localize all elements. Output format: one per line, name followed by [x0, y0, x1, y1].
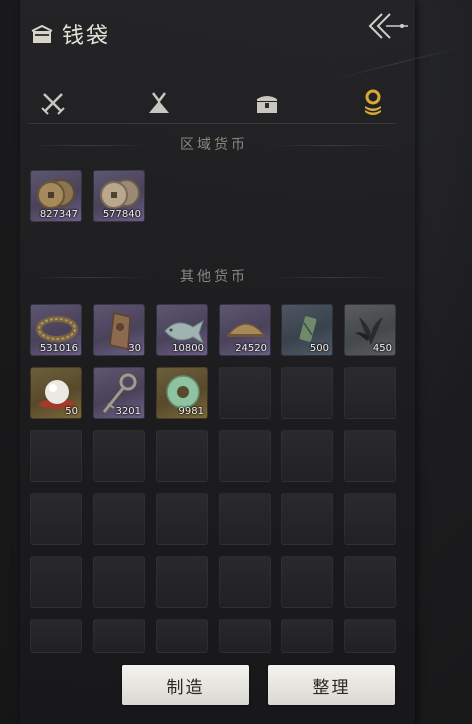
currency-item[interactable]: 50: [30, 367, 82, 419]
item-count: 531016: [39, 343, 78, 354]
treasure-chest-icon: [257, 96, 277, 113]
currency-item[interactable]: 30: [93, 304, 145, 356]
empty-slot[interactable]: [30, 430, 82, 482]
currency-item[interactable]: 3201: [93, 367, 145, 419]
item-count: 30: [128, 343, 141, 354]
currency-item[interactable]: 10800: [156, 304, 208, 356]
currency-item[interactable]: 500: [281, 304, 333, 356]
section-divider: [268, 277, 396, 278]
section-title-other: 其他货币: [180, 269, 248, 285]
item-count: 577840: [102, 209, 141, 220]
currency-item[interactable]: 9981: [156, 367, 208, 419]
empty-slot[interactable]: [93, 619, 145, 653]
tab-divider: [28, 123, 396, 124]
section-divider: [30, 277, 150, 278]
section-divider: [30, 145, 150, 146]
item-count: 9981: [178, 406, 204, 417]
empty-slot[interactable]: [281, 619, 333, 653]
empty-slot[interactable]: [156, 619, 208, 653]
empty-slot[interactable]: [156, 556, 208, 608]
cloth-bundle-icon: [149, 92, 169, 113]
empty-slot[interactable]: [281, 367, 333, 419]
currency-item[interactable]: 531016: [30, 304, 82, 356]
empty-slot[interactable]: [93, 556, 145, 608]
empty-slot[interactable]: [219, 556, 271, 608]
crossed-swords-icon: [41, 93, 65, 115]
back-button[interactable]: [362, 10, 412, 44]
item-count: 450: [372, 343, 392, 354]
tab-currency[interactable]: [356, 86, 390, 120]
empty-slot[interactable]: [30, 619, 82, 653]
empty-slot[interactable]: [344, 619, 396, 653]
tab-bundle[interactable]: [142, 86, 176, 120]
empty-slot[interactable]: [344, 493, 396, 545]
item-count: 10800: [172, 343, 204, 354]
empty-slot[interactable]: [281, 556, 333, 608]
item-count: 24520: [235, 343, 267, 354]
tab-weapons[interactable]: [36, 86, 70, 120]
craft-button[interactable]: 制造: [122, 665, 249, 705]
empty-slot[interactable]: [93, 430, 145, 482]
empty-slot[interactable]: [219, 367, 271, 419]
item-count: 827347: [39, 209, 78, 220]
currency-item[interactable]: 450: [344, 304, 396, 356]
page-title: 钱袋: [62, 24, 111, 49]
empty-slot[interactable]: [219, 493, 271, 545]
currency-item[interactable]: 24520: [219, 304, 271, 356]
empty-slot[interactable]: [344, 367, 396, 419]
item-count: 500: [309, 343, 329, 354]
empty-slot[interactable]: [30, 556, 82, 608]
back-arrow-icon: [368, 13, 408, 39]
item-count: 50: [65, 406, 78, 417]
empty-slot[interactable]: [93, 493, 145, 545]
category-tabs: [28, 86, 398, 122]
empty-slot[interactable]: [30, 493, 82, 545]
coin-stack-icon: [365, 89, 381, 115]
empty-slot[interactable]: [344, 430, 396, 482]
section-divider: [268, 145, 396, 146]
empty-slot[interactable]: [281, 493, 333, 545]
item-count: 3201: [115, 406, 141, 417]
section-title-regional: 区域货币: [180, 137, 248, 153]
empty-slot[interactable]: [344, 556, 396, 608]
empty-slot[interactable]: [219, 619, 271, 653]
empty-slot[interactable]: [156, 493, 208, 545]
page-header: 钱袋: [30, 16, 110, 52]
tab-chest[interactable]: [250, 86, 284, 120]
money-bag-icon: [31, 24, 53, 43]
currency-item[interactable]: 577840: [93, 170, 145, 222]
empty-slot[interactable]: [156, 430, 208, 482]
currency-item[interactable]: 827347: [30, 170, 82, 222]
empty-slot[interactable]: [219, 430, 271, 482]
empty-slot[interactable]: [281, 430, 333, 482]
sort-button[interactable]: 整理: [268, 665, 395, 705]
